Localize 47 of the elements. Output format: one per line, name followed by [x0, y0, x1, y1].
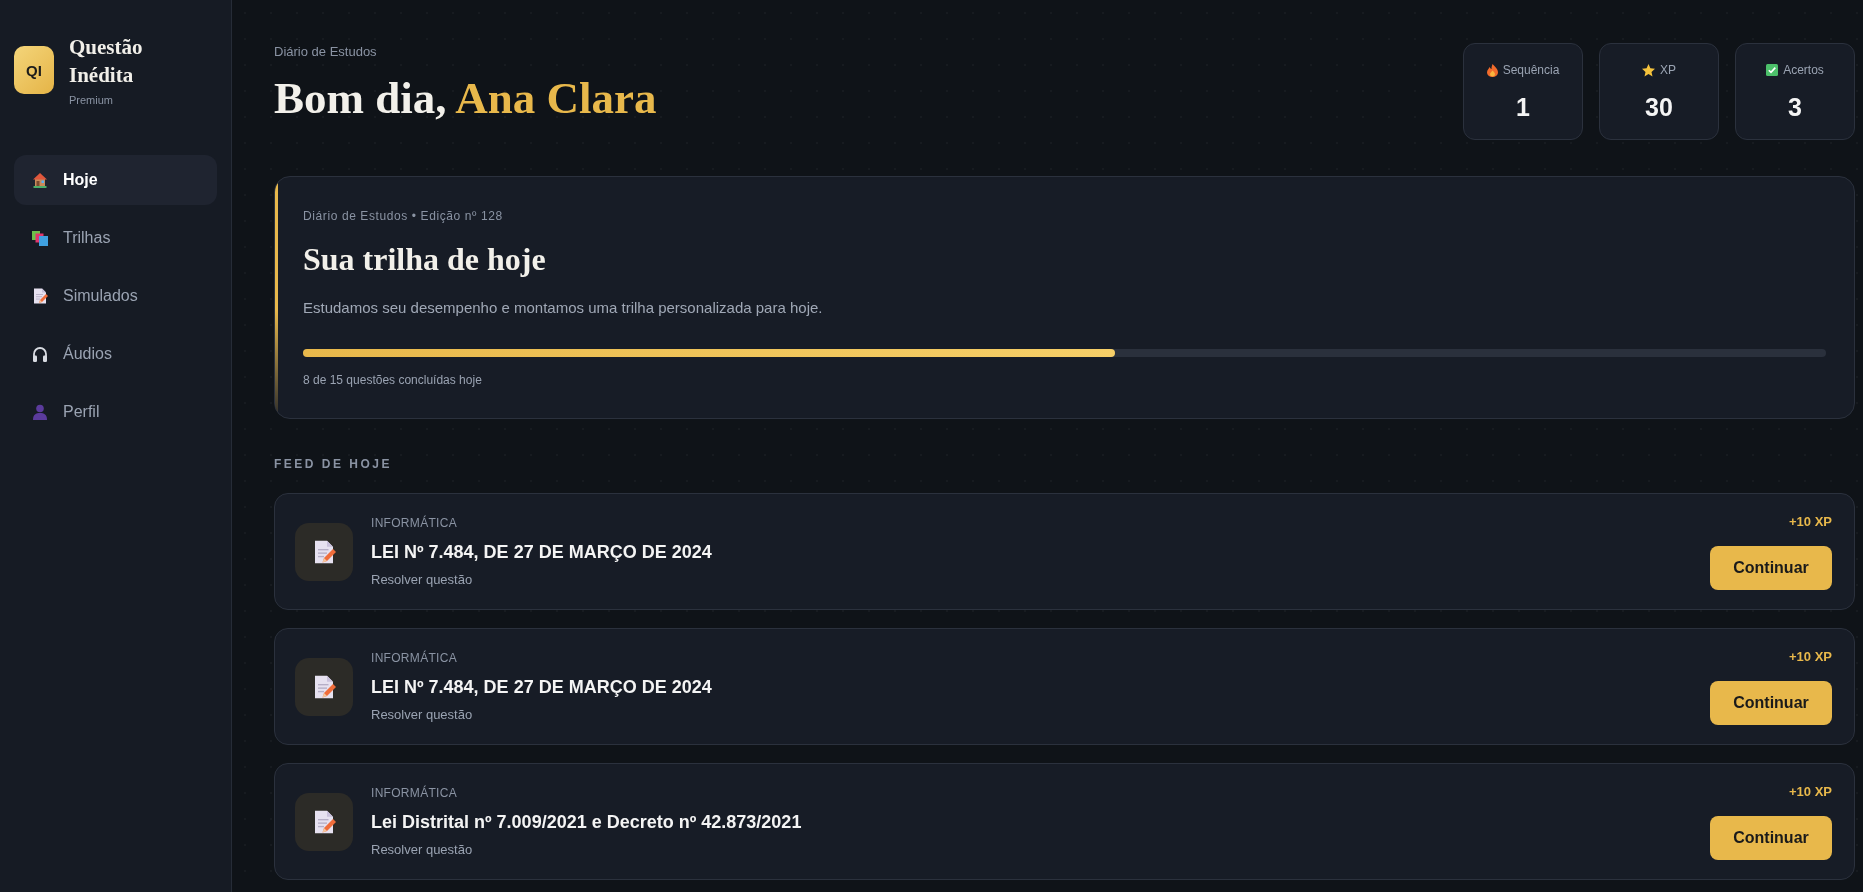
stat-value: 1: [1516, 92, 1530, 122]
check-icon: [1766, 64, 1779, 76]
hero-title: Sua trilha de hoje: [303, 240, 547, 279]
sidebar-nav-item[interactable]: Áudios: [14, 329, 217, 379]
user-icon: [32, 404, 48, 420]
sidebar-nav-item[interactable]: Simulados: [14, 271, 217, 321]
feed-title: LEI Nº 7.484, DE 27 DE MARÇO DE 2024: [371, 675, 712, 699]
house-icon: [32, 172, 48, 188]
continue-button[interactable]: Continuar: [1710, 815, 1832, 860]
action-label: Resolver questão: [371, 571, 473, 588]
sidebar-nav-item[interactable]: Perfil: [14, 387, 217, 437]
category-label: INFORMÁTICA: [371, 650, 457, 665]
continue-button[interactable]: Continuar: [1710, 545, 1832, 590]
sidebar-nav-item[interactable]: Trilhas: [14, 213, 217, 263]
stat-label: Acertos: [1783, 62, 1824, 78]
feed-title: LEI Nº 7.484, DE 27 DE MARÇO DE 2024: [371, 540, 712, 564]
stat-label: XP: [1660, 62, 1676, 78]
logo-mark: QI: [14, 46, 54, 94]
progress-caption: 8 de 15 questões concluídas hoje: [303, 372, 483, 389]
document-pencil-icon: [32, 288, 48, 304]
action-label: Resolver questão: [371, 706, 473, 723]
category-label: INFORMÁTICA: [371, 515, 457, 530]
action-label: Resolver questão: [371, 841, 473, 858]
feed-title: Lei Distrital nº 7.009/2021 e Decreto nº 42.873/2021: [371, 810, 802, 834]
category-label: INFORMÁTICA: [371, 785, 457, 800]
brand-name: Questão Inédita: [69, 34, 144, 89]
stat-label: Sequência: [1502, 62, 1560, 78]
hero-description: Estudamos seu desempenho e montamos uma trilha personalizada para hoje.: [303, 298, 824, 318]
plan-label: Premium: [69, 93, 114, 107]
sidebar-nav-item[interactable]: Hoje: [14, 155, 217, 205]
xp-reward: +10 XP: [1789, 513, 1832, 530]
continue-button[interactable]: Continuar: [1710, 680, 1832, 725]
edition-label: Diário de Estudos • Edição nº 128: [303, 208, 504, 225]
document-pencil-icon: [295, 792, 353, 851]
section-heading: FEED DE HOJE: [274, 457, 394, 471]
xp-reward: +10 XP: [1789, 648, 1832, 665]
document-pencil-icon: [295, 657, 353, 716]
stat-value: 3: [1788, 92, 1802, 122]
star-icon: [1642, 63, 1655, 77]
page-eyebrow: Diário de Estudos: [274, 44, 378, 60]
stat-value: 30: [1645, 92, 1673, 122]
headphones-icon: [32, 346, 48, 362]
document-pencil-icon: [295, 522, 353, 581]
flame-icon: [1486, 63, 1498, 77]
xp-reward: +10 XP: [1789, 783, 1832, 800]
books-icon: [32, 230, 48, 246]
greeting-heading: Bom dia, Ana Clara: [274, 72, 657, 124]
